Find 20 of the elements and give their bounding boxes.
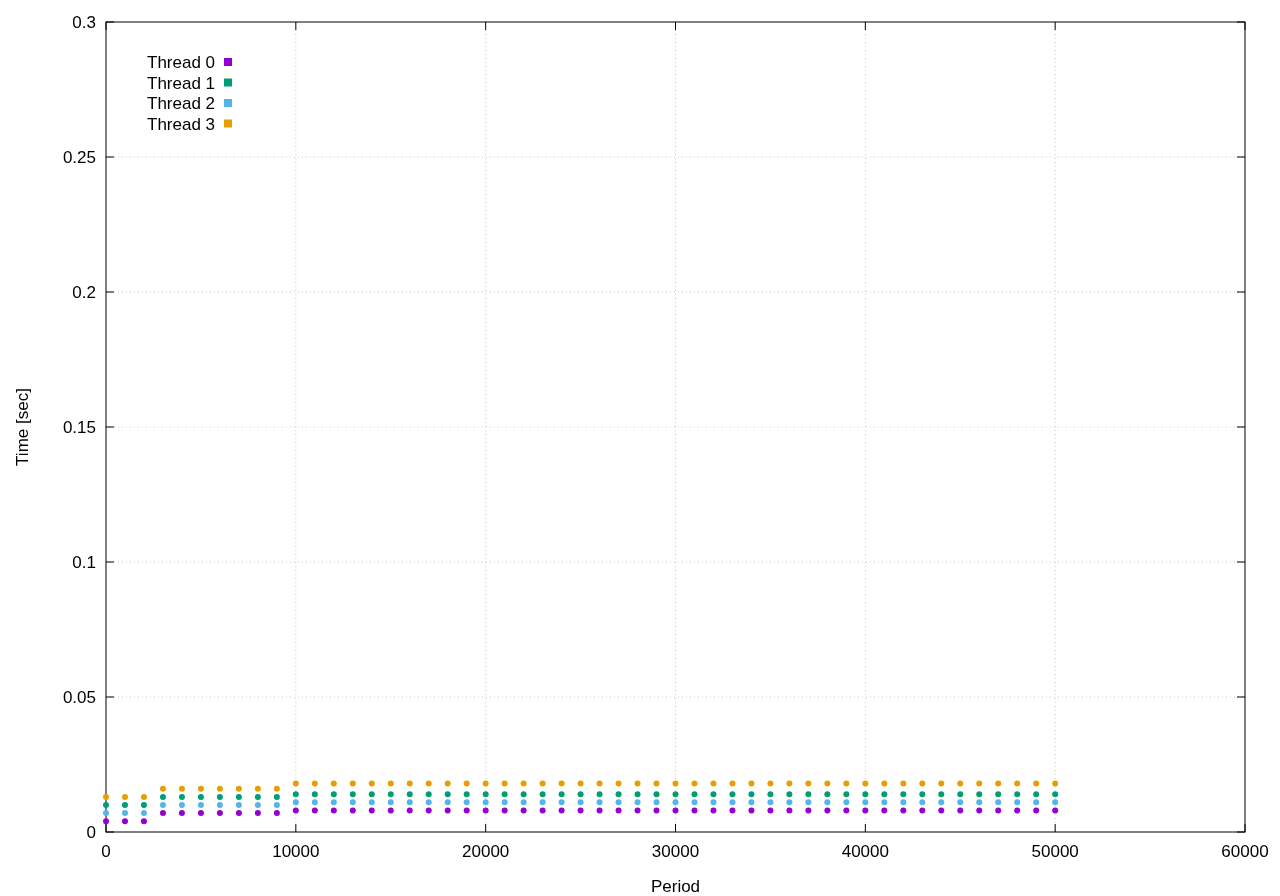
legend-label: Thread 0 bbox=[147, 53, 216, 72]
axis-tick-label: 50000 bbox=[1031, 842, 1079, 861]
legend-label: Thread 3 bbox=[147, 114, 216, 134]
axis-tick-label: 40000 bbox=[841, 842, 889, 861]
axis-title: Period bbox=[650, 877, 701, 896]
axis-tick-label: 0.05 bbox=[62, 688, 96, 707]
axis-title: Time [sec] bbox=[13, 388, 32, 466]
axis-tick-label: 0.3 bbox=[72, 13, 96, 32]
axis-tick-label: 20000 bbox=[462, 842, 510, 861]
axis-tick-label: 0 bbox=[86, 823, 96, 842]
axis-tick-label: 60000 bbox=[1221, 842, 1269, 861]
legend-label: Thread 1 bbox=[147, 73, 216, 93]
axis-tick-label: 0.2 bbox=[72, 283, 96, 302]
axis-tick-label: 0.1 bbox=[72, 553, 96, 572]
axis-tick-label: 0 bbox=[101, 842, 111, 861]
axis-tick-label: 10000 bbox=[272, 842, 320, 861]
axis-tick-label: 30000 bbox=[651, 842, 700, 861]
axis-tick-label: 0.25 bbox=[62, 148, 96, 167]
legend-label: Thread 2 bbox=[147, 94, 216, 113]
axis-tick-label: 0.15 bbox=[62, 418, 96, 437]
